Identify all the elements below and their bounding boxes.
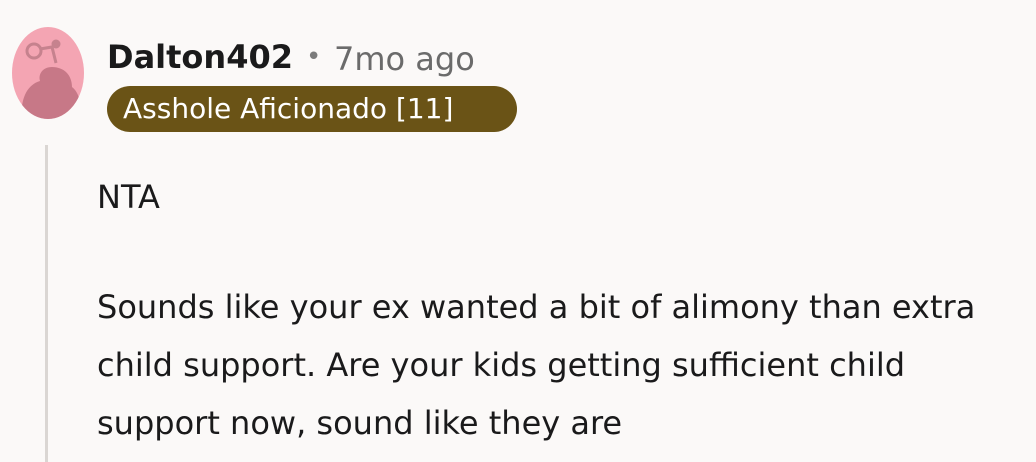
thread-line[interactable]	[45, 145, 48, 462]
comment: Dalton402 • 7mo ago Asshole Aficionado […	[0, 0, 1036, 462]
comment-author[interactable]: Dalton402	[107, 38, 293, 76]
snoo-silhouette	[21, 39, 81, 119]
comment-paragraph: NTA	[97, 178, 160, 216]
comment-timestamp[interactable]: 7mo ago	[334, 40, 475, 78]
comment-body: NTA Sounds like your ex wanted a bit of …	[97, 168, 1027, 452]
comment-paragraph: Sounds like your ex wanted a bit of alim…	[97, 288, 976, 442]
user-avatar-icon[interactable]	[12, 27, 84, 119]
user-flair: Asshole Aficionado [11]	[107, 86, 517, 132]
meta-separator: •	[306, 42, 322, 72]
